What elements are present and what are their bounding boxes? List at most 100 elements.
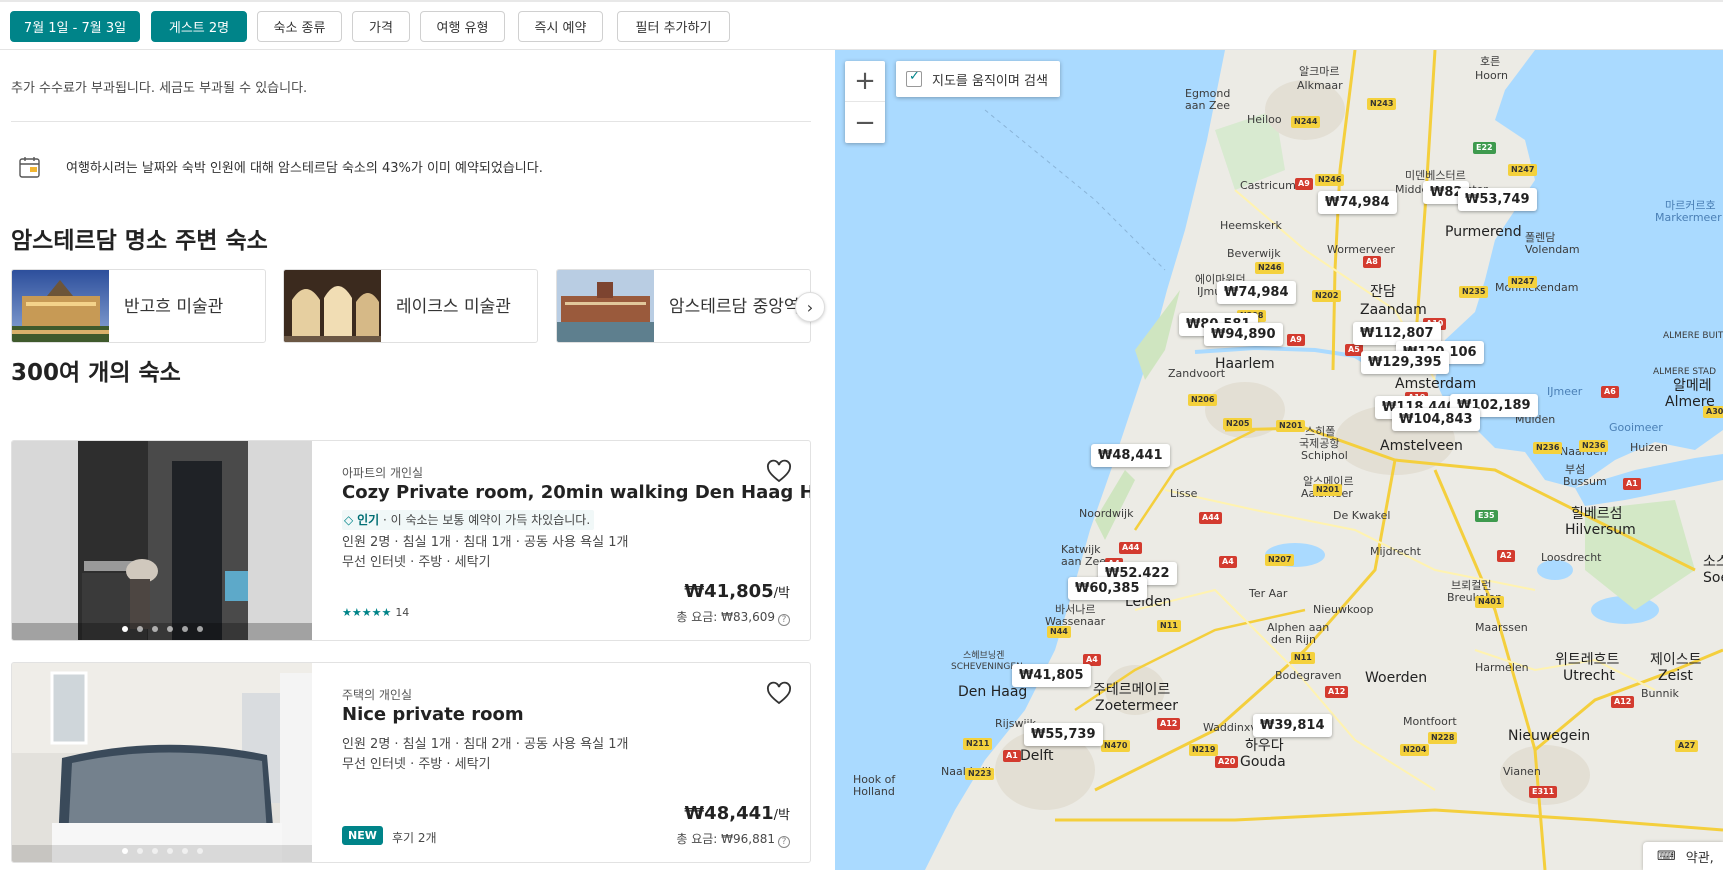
road-shield: N211 [963,738,993,750]
road-shield: N219 [1189,744,1219,756]
filter-bar: 7월 1일 - 7월 3일 게스트 2명 숙소 종류 가격 여행 유형 즉시 예… [0,2,1723,50]
property-type-filter-button[interactable]: 숙소 종류 [257,11,342,42]
photo-dot[interactable] [121,848,128,854]
price-pin[interactable]: ₩60,385 [1068,577,1147,600]
popular-text: · 이 숙소는 보통 예약이 가득 차있습니다. [379,513,591,527]
heart-icon[interactable] [766,681,792,707]
listing-title[interactable]: Nice private room [342,704,524,725]
place-label: Wormerveer [1327,243,1395,256]
star-icons: ★★★★★ [342,606,392,619]
photo-dot[interactable] [151,848,158,854]
zoom-in-button[interactable]: + [845,61,885,102]
nightly-price: ₩41,805/박 [684,581,790,602]
diamond-icon: ◇ [344,513,354,527]
search-as-map-moves-checkbox[interactable]: 지도를 움직이며 검색 [896,61,1060,97]
total-price-text: 총 요금: ₩96,881 [676,832,775,846]
photo-dot[interactable] [196,626,203,632]
photo-dot[interactable] [121,626,128,632]
price-pin[interactable]: ₩55,739 [1024,723,1103,746]
dates-filter-button[interactable]: 7월 1일 - 7월 3일 [10,11,140,42]
photo-dot[interactable] [166,626,173,632]
road-shield: N470 [1101,740,1131,752]
place-label: den Rijn [1271,633,1316,646]
price-pin[interactable]: ₩48,441 [1091,444,1170,467]
price-pin[interactable]: ₩94,890 [1204,323,1283,346]
road-shield: E311 [1529,786,1558,798]
price-value: ₩48,441 [684,803,774,824]
place-label: Nieuwkoop [1313,603,1374,616]
listing-rooms: 인원 2명 · 침실 1개 · 침대 2개 · 공동 사용 욕실 1개 [342,737,629,752]
help-icon[interactable]: ? [778,836,790,848]
checkbox-icon[interactable] [906,69,922,87]
photo-dot[interactable] [151,626,158,632]
listing-type: 주택의 개인실 [342,688,413,702]
place-label: Lisse [1170,487,1198,500]
road-shield: N228 [1428,732,1458,744]
landmark-card-central-station[interactable]: 암스테르담 중앙역 [556,269,811,343]
place-label: De Kwakel [1333,509,1391,522]
price-pin[interactable]: ₩39,814 [1253,714,1332,737]
place-label: Gooimeer [1609,421,1663,434]
trip-type-filter-button[interactable]: 여행 유형 [420,11,505,42]
road-shield: N201 [1276,420,1306,432]
price-pin[interactable]: ₩41,805 [1012,664,1091,687]
place-label: Heiloo [1247,113,1282,126]
listing-image [12,663,312,862]
zoom-out-button[interactable]: − [845,102,885,143]
instant-book-filter-button[interactable]: 즉시 예약 [518,11,603,42]
per-night-label: /박 [773,808,790,823]
photo-dot[interactable] [136,848,143,854]
place-label: 호른 [1480,55,1501,68]
road-shield: N247 [1508,164,1538,176]
total-price: 총 요금: ₩96,881? [676,830,790,848]
landmark-card-van-gogh[interactable]: 반고흐 미술관 [11,269,266,343]
road-shield: A9 [1287,334,1305,346]
landmarks-carousel: 반고흐 미술관 레이크스 미술관 암스테르담 중앙역 [11,269,811,343]
map-terms-link[interactable]: ⌨ 약관, [1643,842,1723,870]
photo-dot[interactable] [196,848,203,854]
landmark-label: 암스테르담 중앙역 [669,296,800,317]
landmark-photo [12,270,109,342]
more-filters-button[interactable]: 필터 추가하기 [617,11,730,42]
landmark-card-rijksmuseum[interactable]: 레이크스 미술관 [283,269,538,343]
guests-filter-button[interactable]: 게스트 2명 [151,11,247,42]
price-pin[interactable]: ₩74,984 [1318,191,1397,214]
road-shield: E35 [1475,510,1498,522]
place-label: Noordwijk [1079,507,1134,520]
place-label: Montfoort [1403,715,1457,728]
price-pin[interactable]: ₩104,843 [1392,408,1480,431]
road-shield: A30 [1703,406,1723,418]
photo-dot[interactable] [181,626,188,632]
listing-image [12,441,312,640]
road-shield: N11 [1157,620,1181,632]
review-count: 14 [395,606,410,619]
price-filter-button[interactable]: 가격 [352,11,410,42]
photo-pagination-dots [12,626,312,632]
price-pin[interactable]: ₩129,395 [1361,351,1449,374]
price-pin[interactable]: ₩74,984 [1217,281,1296,304]
price-pin[interactable]: ₩53,749 [1458,188,1537,211]
new-badge: NEW [342,826,383,845]
popular-badge: ◇ 인기 · 이 숙소는 보통 예약이 가득 차있습니다. [342,510,595,530]
photo-dot[interactable] [181,848,188,854]
listing-title[interactable]: Cozy Private room, 20min walking Den Haa… [342,482,810,503]
road-shield: A4 [1219,556,1237,568]
place-label: aan Zee [1185,99,1231,112]
landmark-photo [284,270,381,342]
road-shield: A44 [1119,542,1143,554]
listing-photo[interactable] [12,441,312,640]
help-icon[interactable]: ? [778,614,790,626]
listing-card[interactable]: 아파트의 개인실 Cozy Private room, 20min walkin… [11,440,811,641]
listing-photo[interactable] [12,663,312,862]
place-label: Volendam [1525,243,1580,256]
carousel-next-button[interactable]: › [795,292,825,322]
heart-icon[interactable] [766,459,792,485]
listing-card[interactable]: 주택의 개인실 Nice private room 인원 2명 · 침실 1개 … [11,662,811,863]
road-shield: N244 [1291,116,1321,128]
photo-dot[interactable] [166,848,173,854]
place-label: Zoetermeer [1095,698,1179,714]
map[interactable]: + − 지도를 움직이며 검색 호른 Hoorn 알크마르 Alkmaar Eg… [835,50,1723,870]
place-label: Huizen [1630,441,1668,454]
photo-dot[interactable] [136,626,143,632]
road-shield: N206 [1188,394,1218,406]
